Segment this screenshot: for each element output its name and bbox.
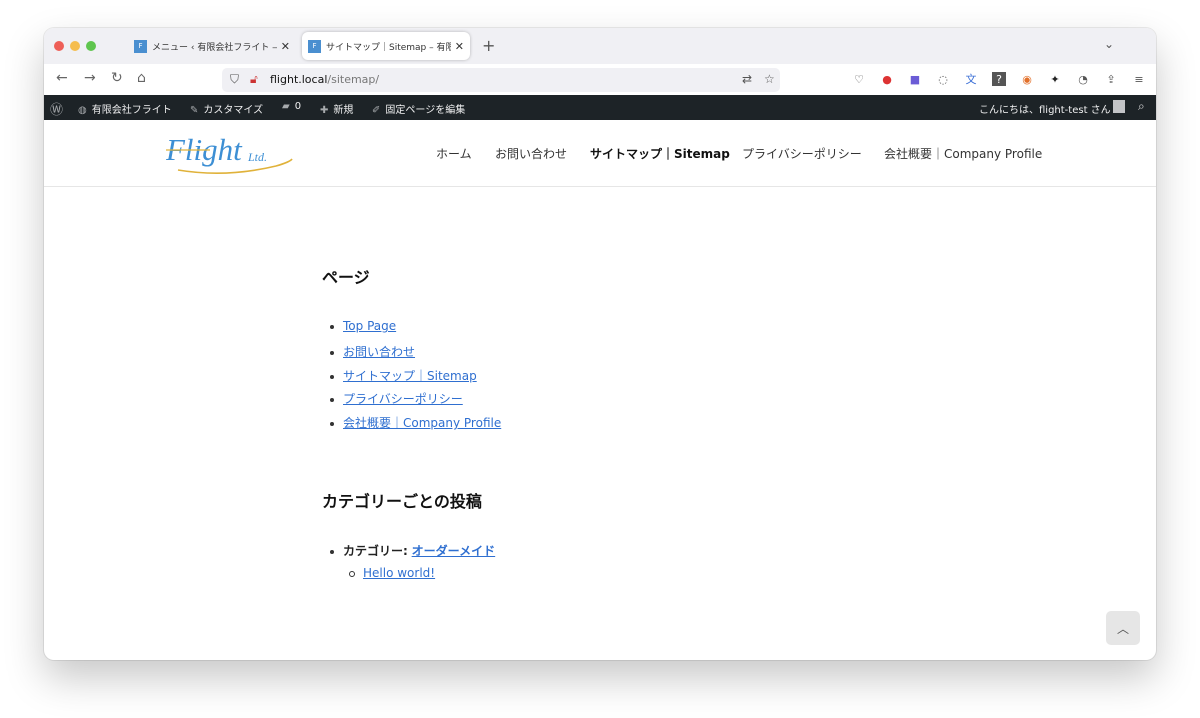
flight-logo-icon: Flight Ltd. xyxy=(165,132,293,174)
close-icon[interactable]: ✕ xyxy=(281,40,290,53)
maximize-window-button[interactable] xyxy=(86,41,96,51)
chevron-down-icon[interactable]: ⌄ xyxy=(1104,37,1114,51)
site-logo[interactable]: Flight Ltd. xyxy=(165,126,296,176)
nav-home[interactable]: ホーム xyxy=(436,145,472,162)
list-item: 会社概要｜Company Profile xyxy=(330,414,501,431)
nav-contact[interactable]: お問い合わせ xyxy=(495,145,567,162)
share-icon[interactable]: ⇪ xyxy=(1104,72,1118,86)
search-icon[interactable]: ⌕ xyxy=(1138,99,1145,114)
home-icon[interactable]: ⌂ xyxy=(137,70,146,86)
post-link[interactable]: Hello world! xyxy=(363,566,435,580)
insecure-lock-icon[interactable]: 🔓︎ xyxy=(250,72,258,87)
admin-greeting[interactable]: こんにちは、flight-test さん xyxy=(979,101,1111,116)
admin-site-name[interactable]: ◍ 有限会社フライト xyxy=(78,101,172,116)
page-link-privacy[interactable]: プライバシーポリシー xyxy=(343,392,463,406)
translate-extension-icon[interactable]: 文 xyxy=(964,72,978,86)
translate-icon[interactable]: ⇄ xyxy=(742,72,752,86)
wp-admin-bar: Ⓦ ◍ 有限会社フライト ✎ カスタマイズ ▰ 0 ✚ 新規 ✐ 固定ページを編集 こんに… xyxy=(44,95,1156,120)
svg-text:Ltd.: Ltd. xyxy=(247,150,267,164)
tab-title: メニュー ‹ 有限会社フライト — W xyxy=(152,42,277,53)
brush-icon: ✎ xyxy=(190,105,199,116)
pages-heading: ページ xyxy=(322,268,370,287)
extension-orange-icon[interactable]: ◉ xyxy=(1020,72,1034,86)
category-heading: カテゴリーごとの投稿 xyxy=(322,492,482,511)
extension-sparkle-icon[interactable]: ✦ xyxy=(1048,72,1062,86)
reload-icon[interactable]: ↻ xyxy=(111,70,123,86)
plus-icon: ✚ xyxy=(320,105,329,116)
list-item: お問い合わせ xyxy=(330,343,415,360)
admin-customize[interactable]: ✎ カスタマイズ xyxy=(190,101,263,116)
extension-circle-icon[interactable]: ◌ xyxy=(936,72,950,86)
navigation-bar: ← → ↻ ⌂ ⛉ 🔓︎ flight.local/sitemap/ ⇄ ☆ ♡… xyxy=(44,64,1156,96)
minimize-window-button[interactable] xyxy=(70,41,80,51)
browser-window: F メニュー ‹ 有限会社フライト — W ✕ F サイトマップ｜Sitemap… xyxy=(44,28,1156,660)
site-header: Flight Ltd. ホーム お問い合わせ サイトマップ｜Sitemap プラ… xyxy=(44,120,1156,187)
wordpress-logo-icon[interactable]: Ⓦ xyxy=(50,99,63,118)
bookmark-star-icon[interactable]: ☆ xyxy=(764,72,775,86)
avatar[interactable] xyxy=(1113,100,1125,113)
pencil-icon: ✐ xyxy=(372,105,381,116)
scroll-to-top-button[interactable]: ︿ xyxy=(1106,611,1140,645)
list-item: プライバシーポリシー xyxy=(330,390,463,407)
flight-favicon-icon: F xyxy=(134,39,147,53)
list-item: Top Page xyxy=(330,319,396,333)
forward-arrow-icon[interactable]: → xyxy=(84,70,96,86)
extension-pie-icon[interactable]: ◔ xyxy=(1076,72,1090,86)
nav-company-profile[interactable]: 会社概要｜Company Profile xyxy=(884,145,1042,162)
address-bar[interactable]: ⛉ 🔓︎ flight.local/sitemap/ ⇄ ☆ xyxy=(222,68,780,92)
list-item: Hello world! xyxy=(349,566,435,580)
help-extension-icon[interactable]: ? xyxy=(992,72,1006,86)
new-tab-plus-icon[interactable]: + xyxy=(482,36,495,55)
tab-sitemap[interactable]: F サイトマップ｜Sitemap – 有限会 ✕ xyxy=(302,32,470,60)
tab-title: サイトマップ｜Sitemap – 有限会 xyxy=(326,42,451,53)
dashboard-icon: ◍ xyxy=(78,105,87,116)
url-text[interactable]: flight.local/sitemap/ xyxy=(270,73,379,86)
admin-edit-page[interactable]: ✐ 固定ページを編集 xyxy=(372,101,465,116)
close-icon[interactable]: ✕ xyxy=(455,40,464,53)
category-label: カテゴリー: xyxy=(343,544,408,558)
nav-sitemap[interactable]: サイトマップ｜Sitemap xyxy=(590,145,730,162)
flight-favicon-icon: F xyxy=(308,39,321,53)
extension-purple-icon[interactable]: ■ xyxy=(908,72,922,86)
category-link[interactable]: オーダーメイド xyxy=(412,544,496,558)
comment-icon: ▰ xyxy=(282,101,290,112)
list-item: カテゴリー: オーダーメイド xyxy=(330,542,495,559)
extension-red-icon[interactable]: ● xyxy=(880,72,894,86)
page-link-contact[interactable]: お問い合わせ xyxy=(343,345,415,359)
page-content: ページ Top Page お問い合わせ サイトマップ｜Sitemap プライバシ… xyxy=(44,186,1156,660)
page-link-company[interactable]: 会社概要｜Company Profile xyxy=(343,416,501,430)
back-arrow-icon[interactable]: ← xyxy=(56,70,68,86)
close-window-button[interactable] xyxy=(54,41,64,51)
hamburger-menu-icon[interactable]: ≡ xyxy=(1132,72,1146,86)
tab-menu[interactable]: F メニュー ‹ 有限会社フライト — W ✕ xyxy=(128,32,296,60)
list-item: サイトマップ｜Sitemap xyxy=(330,367,477,384)
nav-privacy[interactable]: プライバシーポリシー xyxy=(742,145,862,162)
admin-comments[interactable]: ▰ 0 xyxy=(282,101,301,112)
pocket-icon[interactable]: ♡ xyxy=(852,72,866,86)
shield-icon[interactable]: ⛉ xyxy=(230,72,239,87)
admin-new[interactable]: ✚ 新規 xyxy=(320,101,353,116)
chevron-up-icon: ︿ xyxy=(1116,621,1129,636)
tab-strip: F メニュー ‹ 有限会社フライト — W ✕ F サイトマップ｜Sitemap… xyxy=(44,28,1156,64)
page-link-sitemap[interactable]: サイトマップ｜Sitemap xyxy=(343,369,477,383)
page-link-top[interactable]: Top Page xyxy=(343,319,396,333)
